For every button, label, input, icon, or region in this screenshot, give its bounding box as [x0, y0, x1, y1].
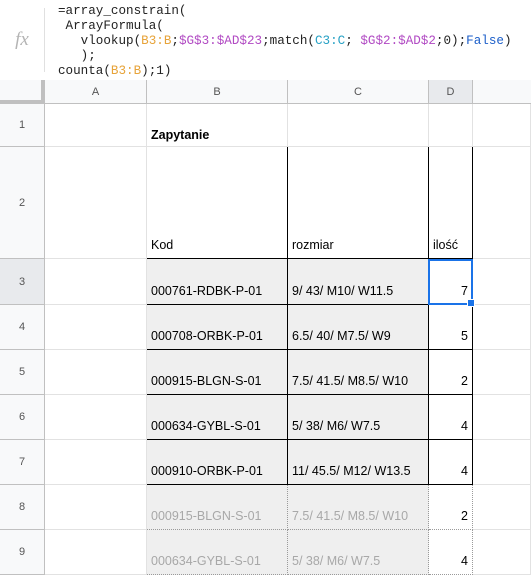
cell-qty[interactable]: 4: [429, 395, 473, 440]
cell-e6[interactable]: [473, 395, 531, 440]
cell-code[interactable]: 000634-GYBL-S-01: [147, 530, 288, 575]
cell-size[interactable]: 5/ 38/ M6/ W7.5: [288, 530, 429, 575]
row-header-1[interactable]: 1: [0, 104, 45, 147]
cell-code[interactable]: 000761-RDBK-P-01: [147, 259, 288, 305]
cell-e4[interactable]: [473, 305, 531, 350]
cell-a6[interactable]: [45, 395, 147, 440]
column-header-e[interactable]: [473, 80, 531, 104]
cell-qty[interactable]: 5: [429, 305, 473, 350]
row-header-4[interactable]: 4: [0, 305, 45, 350]
formula-line-4: );: [58, 49, 96, 63]
fill-handle[interactable]: [467, 299, 475, 307]
cell-code[interactable]: 000634-GYBL-S-01: [147, 395, 288, 440]
row-header-9[interactable]: 9: [0, 530, 45, 575]
cell-a5[interactable]: [45, 350, 147, 395]
cell-e5[interactable]: [473, 350, 531, 395]
cell-code[interactable]: 000910-ORBK-P-01: [147, 440, 288, 485]
cell-a3[interactable]: [45, 259, 147, 305]
column-header-d[interactable]: D: [429, 80, 473, 104]
cell-size[interactable]: 5/ 38/ M6/ W7.5: [288, 395, 429, 440]
row-header-7[interactable]: 7: [0, 440, 45, 485]
header-ilosc[interactable]: ilość: [429, 147, 473, 259]
cell-a7[interactable]: [45, 440, 147, 485]
row-header-2[interactable]: 2: [0, 147, 45, 259]
formula-text[interactable]: =array_constrain( ArrayFormula( vlookup(…: [58, 4, 512, 79]
cell-code[interactable]: 000915-BLGN-S-01: [147, 350, 288, 395]
row-header-6[interactable]: 6: [0, 395, 45, 440]
cell-a4[interactable]: [45, 305, 147, 350]
cell-size[interactable]: 7.5/ 41.5/ M8.5/ W10: [288, 350, 429, 395]
formula-line-5: counta(B3:B);1): [58, 64, 172, 78]
fx-icon: fx: [15, 29, 29, 50]
cell-e7[interactable]: [473, 440, 531, 485]
cell-qty[interactable]: 2: [429, 350, 473, 395]
cell-qty[interactable]: 4: [429, 440, 473, 485]
formula-line-3: vlookup(B3:B;$G$3:$AD$23;match(C3:C; $G$…: [58, 34, 512, 48]
cell-a8[interactable]: [45, 485, 147, 530]
cell-e8[interactable]: [473, 485, 531, 530]
formula-bar-divider: [44, 8, 45, 72]
formula-line-2: ArrayFormula(: [58, 19, 164, 33]
cell-b1-title[interactable]: Zapytanie: [147, 104, 288, 147]
cell-size[interactable]: 9/ 43/ M10/ W11.5: [288, 259, 429, 305]
cell-e3[interactable]: [473, 259, 531, 305]
row-header-5[interactable]: 5: [0, 350, 45, 395]
cell-a2[interactable]: [45, 147, 147, 259]
cell-size[interactable]: 6.5/ 40/ M7.5/ W9: [288, 305, 429, 350]
select-all-corner[interactable]: [0, 80, 45, 104]
cell-qty[interactable]: 4: [429, 530, 473, 575]
column-header-b[interactable]: B: [147, 80, 288, 104]
cell-qty[interactable]: 2: [429, 485, 473, 530]
header-rozmiar[interactable]: rozmiar: [288, 147, 429, 259]
column-header-c[interactable]: C: [288, 80, 429, 104]
column-header-a[interactable]: A: [45, 80, 147, 104]
row-header-8[interactable]: 8: [0, 485, 45, 530]
cell-a9[interactable]: [45, 530, 147, 575]
cell-size[interactable]: 7.5/ 41.5/ M8.5/ W10: [288, 485, 429, 530]
header-kod[interactable]: Kod: [147, 147, 288, 259]
cell-c1[interactable]: [288, 104, 429, 147]
cell-a1[interactable]: [45, 104, 147, 147]
cell-e9[interactable]: [473, 530, 531, 575]
cell-size[interactable]: 11/ 45.5/ M12/ W13.5: [288, 440, 429, 485]
row-header-3[interactable]: 3: [0, 259, 45, 305]
cell-code[interactable]: 000915-BLGN-S-01: [147, 485, 288, 530]
cell-e1[interactable]: [473, 104, 531, 147]
cell-d1[interactable]: [429, 104, 473, 147]
formula-line-1: =array_constrain(: [58, 4, 187, 18]
cell-code[interactable]: 000708-ORBK-P-01: [147, 305, 288, 350]
formula-bar[interactable]: fx =array_constrain( ArrayFormula( vlook…: [0, 0, 531, 81]
cell-e2[interactable]: [473, 147, 531, 259]
